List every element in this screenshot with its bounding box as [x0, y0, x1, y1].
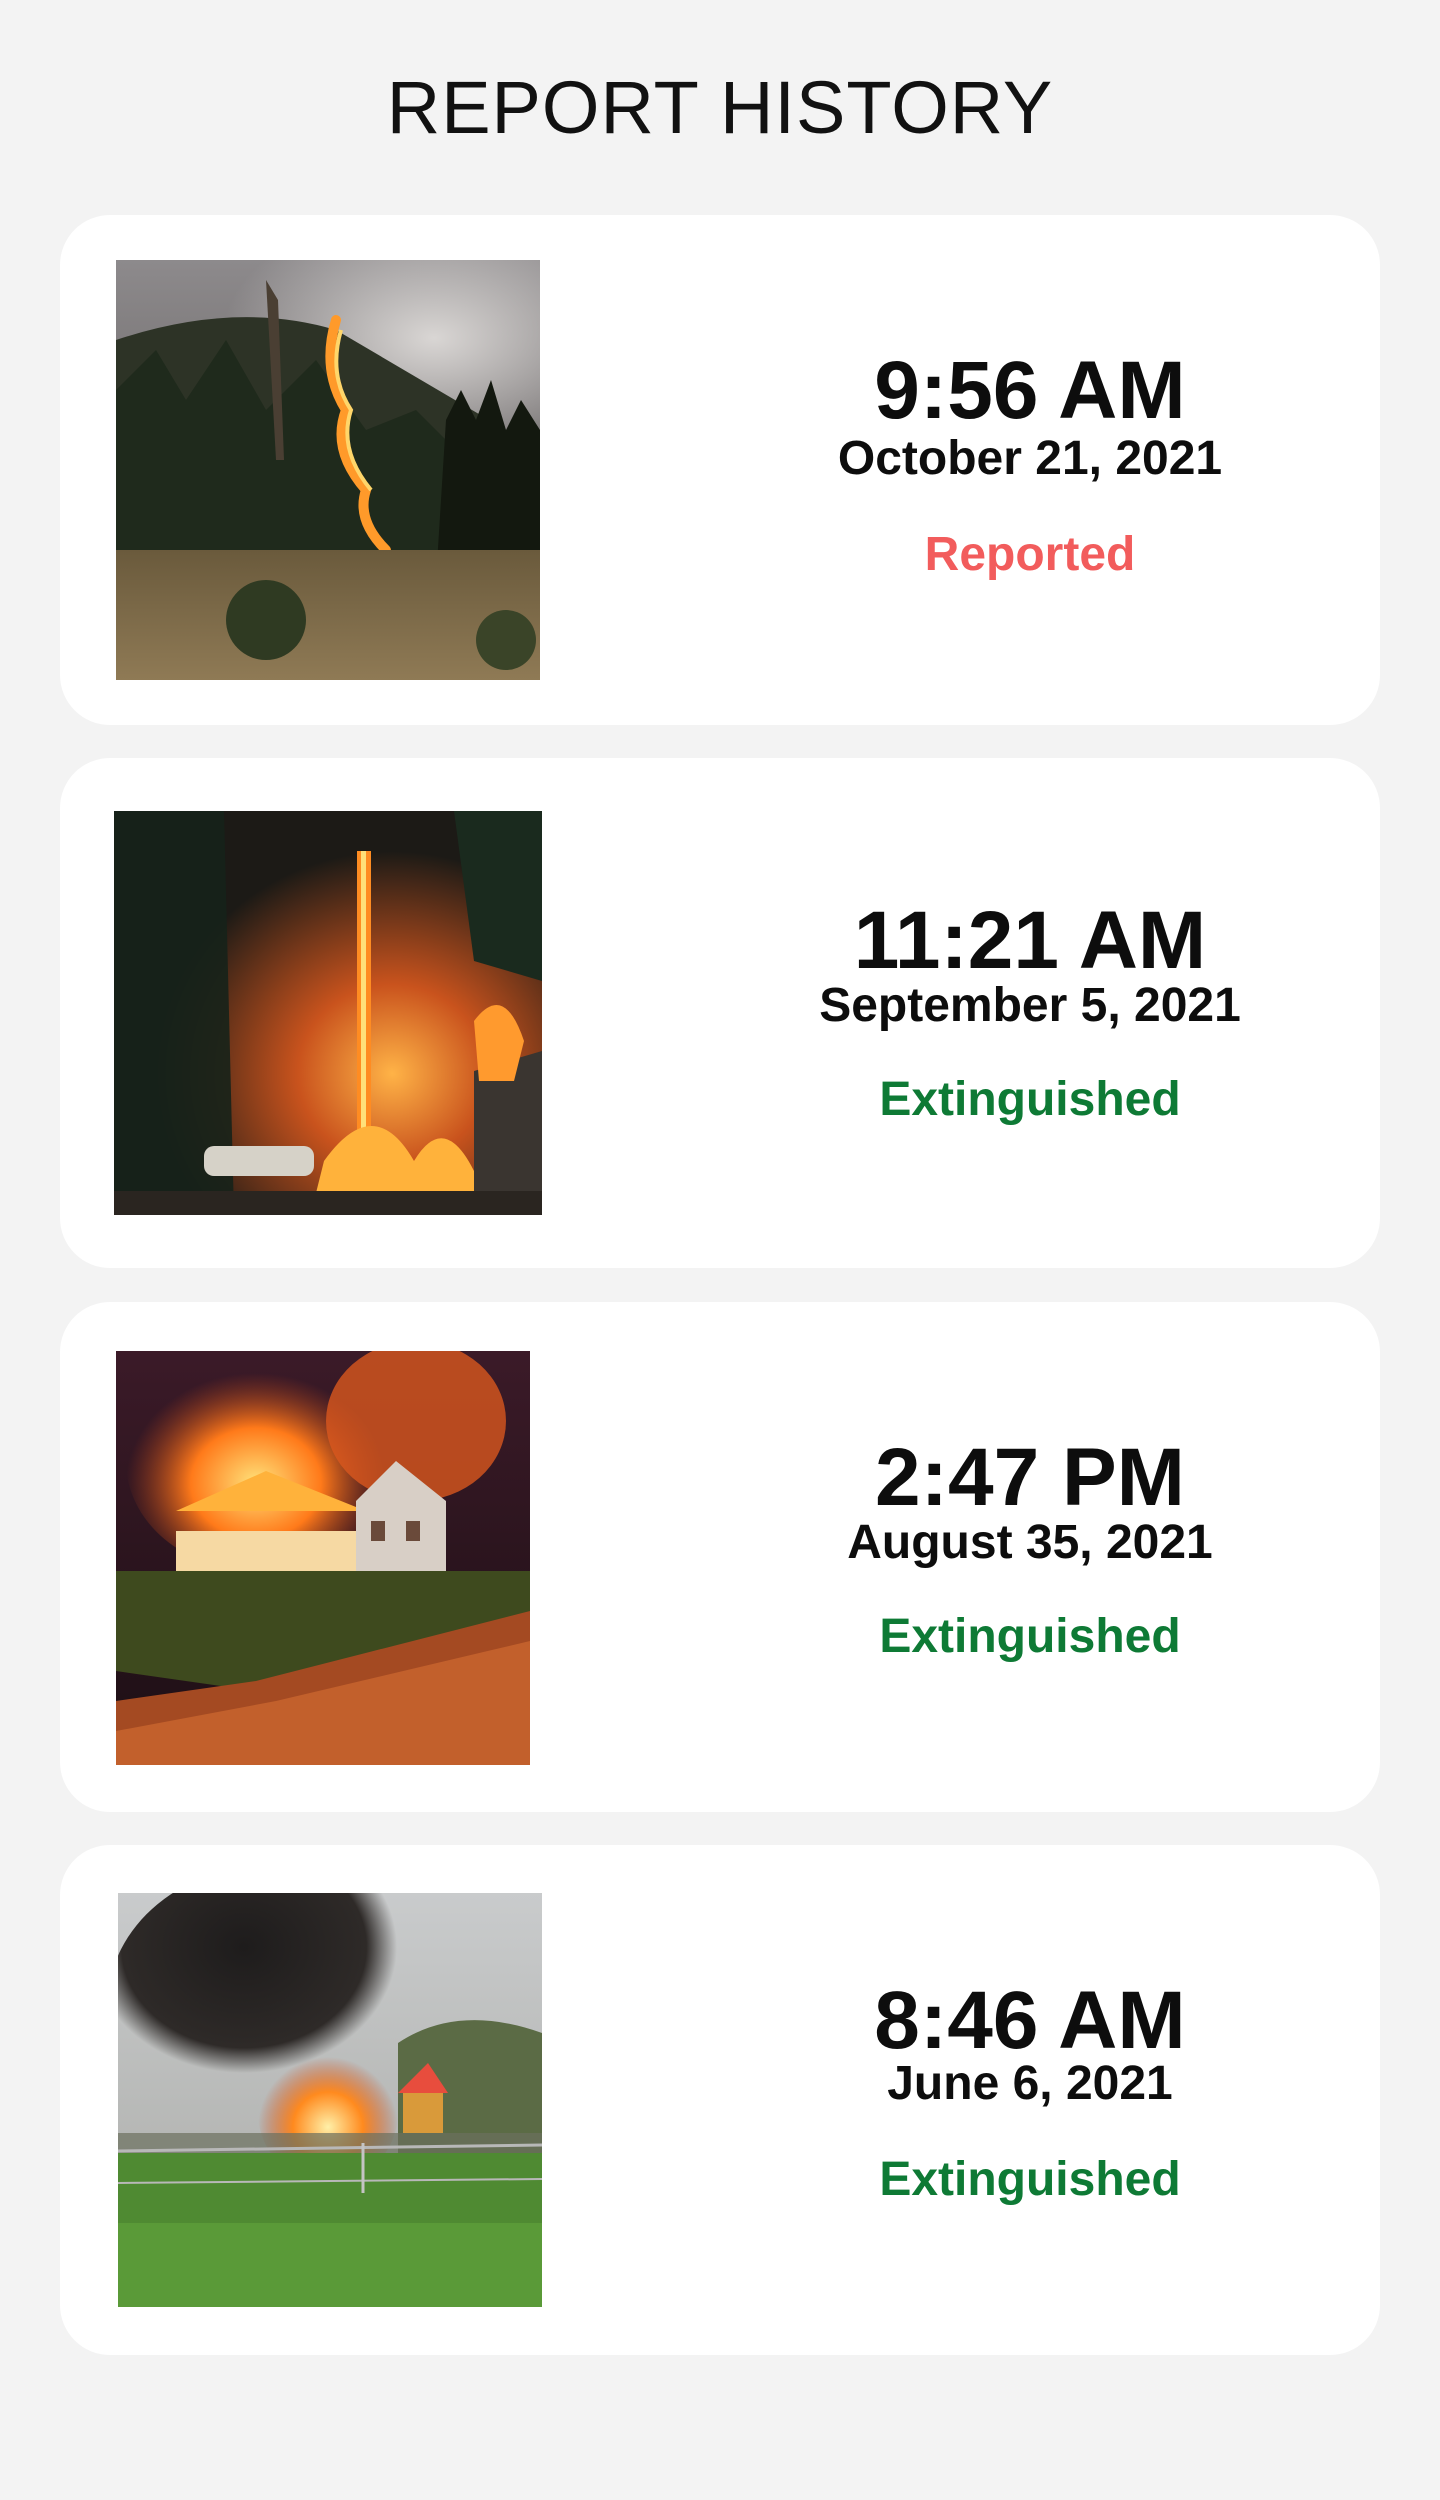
- house-fire-photo[interactable]: [116, 1351, 530, 1765]
- report-card[interactable]: 8:46 AM June 6, 2021 Extinguished: [60, 1845, 1380, 2355]
- page-title: REPORT HISTORY: [386, 66, 1054, 149]
- report-info: 2:47 PM August 35, 2021 Extinguished: [680, 1302, 1380, 1812]
- report-info: 11:21 AM September 5, 2021 Extinguished: [680, 758, 1380, 1268]
- report-card[interactable]: 11:21 AM September 5, 2021 Extinguished: [60, 758, 1380, 1268]
- report-time: 9:56 AM: [874, 345, 1186, 436]
- report-time: 11:21 AM: [853, 895, 1207, 986]
- tree-fire-photo[interactable]: [114, 811, 542, 1215]
- report-info: 8:46 AM June 6, 2021 Extinguished: [680, 1845, 1380, 2355]
- status-label: Reported: [924, 528, 1136, 581]
- report-time: 2:47 PM: [875, 1432, 1185, 1523]
- forest-fire-photo[interactable]: [116, 260, 540, 680]
- status-label: Extinguished: [879, 2153, 1181, 2206]
- report-date: August 35, 2021: [847, 1516, 1213, 1569]
- report-card[interactable]: 9:56 AM October 21, 2021 Reported: [60, 215, 1380, 725]
- report-info: 9:56 AM October 21, 2021 Reported: [680, 215, 1380, 725]
- status-label: Extinguished: [879, 1073, 1181, 1126]
- report-card[interactable]: 2:47 PM August 35, 2021 Extinguished: [60, 1302, 1380, 1812]
- status-label: Extinguished: [879, 1610, 1181, 1663]
- report-date: June 6, 2021: [887, 2057, 1173, 2110]
- report-date: September 5, 2021: [819, 979, 1241, 1032]
- report-date: October 21, 2021: [837, 432, 1223, 485]
- backyard-fire-photo[interactable]: [118, 1893, 542, 2307]
